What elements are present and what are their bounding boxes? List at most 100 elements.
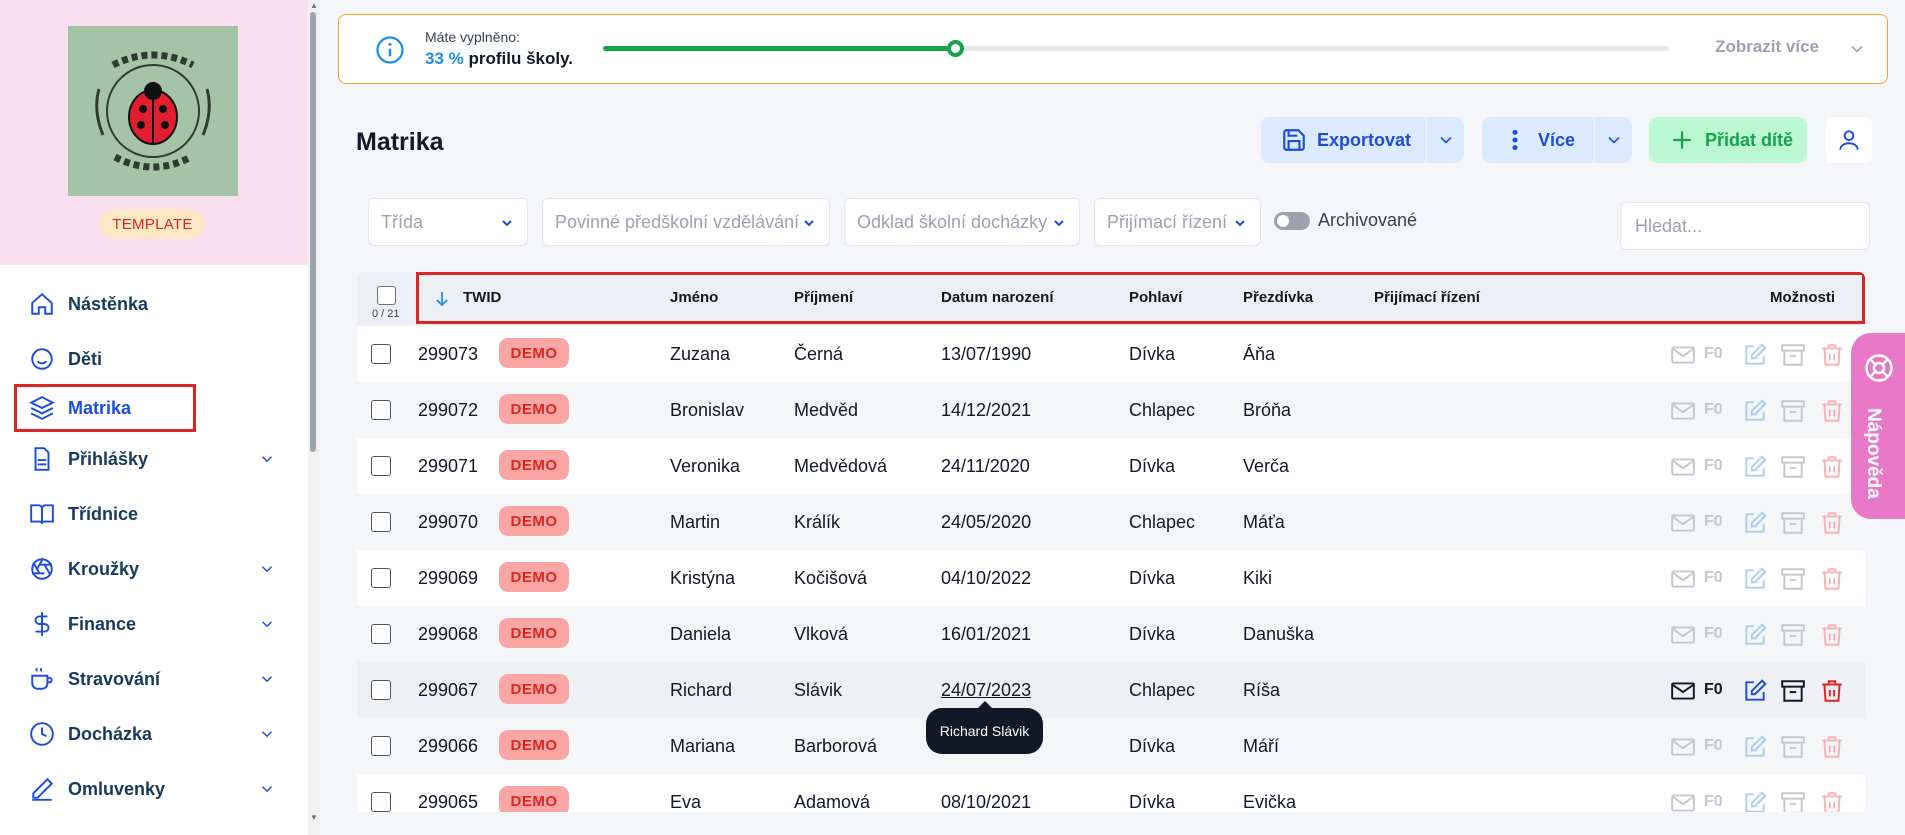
mandatory-education-filter[interactable]: Povinné předškolní vzdělávání	[542, 198, 830, 246]
column-admission[interactable]: Přijímací řízení	[1374, 289, 1480, 306]
edit-icon[interactable]	[1742, 510, 1768, 536]
mail-icon[interactable]	[1670, 790, 1696, 812]
trash-icon[interactable]	[1819, 734, 1845, 760]
trash-icon[interactable]	[1819, 622, 1845, 648]
class-filter[interactable]: Třída	[368, 198, 528, 246]
edit-icon[interactable]	[1742, 342, 1768, 368]
sidebar-item-prihlasky[interactable]: Přihlášky	[14, 436, 296, 482]
edit-icon[interactable]	[1742, 790, 1768, 812]
f0-label[interactable]: F0	[1704, 737, 1723, 755]
archive-icon[interactable]	[1780, 734, 1806, 760]
scroll-down-arrow-icon[interactable]: ▼	[308, 812, 320, 824]
archive-icon[interactable]	[1780, 622, 1806, 648]
row-checkbox[interactable]	[371, 792, 391, 812]
table-row[interactable]: 299070 Martin Králík 24/05/2020 Chlapec Máťa D…	[357, 494, 1865, 550]
trash-icon[interactable]	[1819, 678, 1845, 704]
school-logo[interactable]	[68, 26, 238, 196]
export-dropdown-button[interactable]	[1426, 117, 1464, 163]
sidebar-item-krouzky[interactable]: Kroužky	[14, 546, 296, 592]
row-checkbox[interactable]	[371, 456, 391, 476]
sort-arrow-down-icon[interactable]	[435, 290, 449, 308]
table-row[interactable]: 299073 Zuzana Černá 13/07/1990 Dívka Áňa DEMO F…	[357, 326, 1865, 382]
mail-icon[interactable]	[1670, 510, 1696, 536]
sidebar-item-deti[interactable]: Děti	[14, 336, 296, 382]
f0-label[interactable]: F0	[1704, 569, 1723, 587]
sidebar-item-stravovani[interactable]: Stravování	[14, 656, 296, 702]
archive-icon[interactable]	[1780, 398, 1806, 424]
table-row[interactable]: 299071 Veronika Medvědová 24/11/2020 Dívka Ve…	[357, 438, 1865, 494]
f0-label[interactable]: F0	[1704, 513, 1723, 531]
archive-icon[interactable]	[1780, 510, 1806, 536]
mail-icon[interactable]	[1670, 678, 1696, 704]
mail-icon[interactable]	[1670, 566, 1696, 592]
chevron-down-icon[interactable]	[258, 670, 276, 688]
row-checkbox[interactable]	[371, 344, 391, 364]
column-nickname[interactable]: Přezdívka	[1243, 289, 1313, 306]
sidebar-item-tridnice[interactable]: Třídnice	[14, 491, 296, 537]
chevron-down-icon[interactable]	[258, 725, 276, 743]
chevron-down-icon[interactable]	[258, 560, 276, 578]
f0-label[interactable]: F0	[1704, 345, 1723, 363]
chevron-down-icon[interactable]	[258, 450, 276, 468]
table-row[interactable]: 299066MarianaBarborová10/09/2020DívkaMář…	[357, 718, 1865, 774]
table-row[interactable]: 299065 Eva Adamová 08/10/2021 Dívka Evička DEM…	[357, 774, 1865, 812]
sidebar-item-matrika[interactable]: Matrika	[14, 384, 196, 432]
select-all-checkbox[interactable]	[377, 286, 396, 305]
sidebar-item-finance[interactable]: Finance	[14, 601, 296, 647]
f0-label[interactable]: F0	[1704, 625, 1723, 643]
mail-icon[interactable]	[1670, 454, 1696, 480]
more-button[interactable]: Více	[1482, 117, 1598, 163]
f0-label[interactable]: F0	[1704, 457, 1723, 475]
column-twid[interactable]: TWID	[463, 289, 501, 306]
sidebar-scrollbar-thumb[interactable]	[310, 12, 316, 452]
show-more-link[interactable]: Zobrazit více	[1715, 37, 1819, 57]
trash-icon[interactable]	[1819, 342, 1845, 368]
edit-icon[interactable]	[1742, 622, 1768, 648]
table-row[interactable]: 299072 Bronislav Medvěd 14/12/2021 Chlapec Br…	[357, 382, 1865, 438]
f0-label[interactable]: F0	[1704, 681, 1723, 699]
mail-icon[interactable]	[1670, 622, 1696, 648]
sidebar-item-nastenka[interactable]: Nástěnka	[14, 281, 296, 327]
mail-icon[interactable]	[1670, 734, 1696, 760]
user-profile-button[interactable]	[1826, 117, 1872, 163]
archive-icon[interactable]	[1780, 790, 1806, 812]
scroll-up-arrow-icon[interactable]: ▲	[308, 0, 320, 12]
table-row[interactable]: 299069 Kristýna Kočišová 04/10/2022 Dívka Kik…	[357, 550, 1865, 606]
f0-label[interactable]: F0	[1704, 793, 1723, 811]
trash-icon[interactable]	[1819, 454, 1845, 480]
archive-icon[interactable]	[1780, 342, 1806, 368]
column-name[interactable]: Jméno	[670, 289, 718, 306]
row-checkbox[interactable]	[371, 680, 391, 700]
sidebar-item-dochazka[interactable]: Docházka	[14, 711, 296, 757]
archive-icon[interactable]	[1780, 566, 1806, 592]
row-checkbox[interactable]	[371, 624, 391, 644]
column-surname[interactable]: Příjmení	[794, 289, 853, 306]
row-checkbox[interactable]	[371, 400, 391, 420]
row-checkbox[interactable]	[371, 568, 391, 588]
export-button[interactable]: Exportovat	[1261, 117, 1430, 163]
column-birth-date[interactable]: Datum narození	[941, 289, 1054, 306]
chevron-down-icon[interactable]	[1847, 39, 1867, 59]
column-gender[interactable]: Pohlaví	[1129, 289, 1182, 306]
edit-icon[interactable]	[1742, 454, 1768, 480]
edit-icon[interactable]	[1742, 678, 1768, 704]
trash-icon[interactable]	[1819, 510, 1845, 536]
trash-icon[interactable]	[1819, 566, 1845, 592]
more-dropdown-button[interactable]	[1594, 117, 1632, 163]
trash-icon[interactable]	[1819, 790, 1845, 812]
chevron-down-icon[interactable]	[258, 615, 276, 633]
edit-icon[interactable]	[1742, 398, 1768, 424]
search-input[interactable]	[1620, 202, 1870, 250]
table-row[interactable]: 299068 Daniela Vlková 16/01/2021 Dívka Danušk…	[357, 606, 1865, 662]
admission-filter[interactable]: Přijímací řízení	[1094, 198, 1261, 246]
archive-icon[interactable]	[1780, 678, 1806, 704]
postpone-filter[interactable]: Odklad školní docházky	[844, 198, 1080, 246]
row-checkbox[interactable]	[371, 736, 391, 756]
edit-icon[interactable]	[1742, 734, 1768, 760]
mail-icon[interactable]	[1670, 398, 1696, 424]
archived-toggle[interactable]	[1274, 212, 1310, 230]
sidebar-item-omluvenky[interactable]: Omluvenky	[14, 766, 296, 812]
chevron-down-icon[interactable]	[258, 780, 276, 798]
mail-icon[interactable]	[1670, 342, 1696, 368]
row-checkbox[interactable]	[371, 512, 391, 532]
